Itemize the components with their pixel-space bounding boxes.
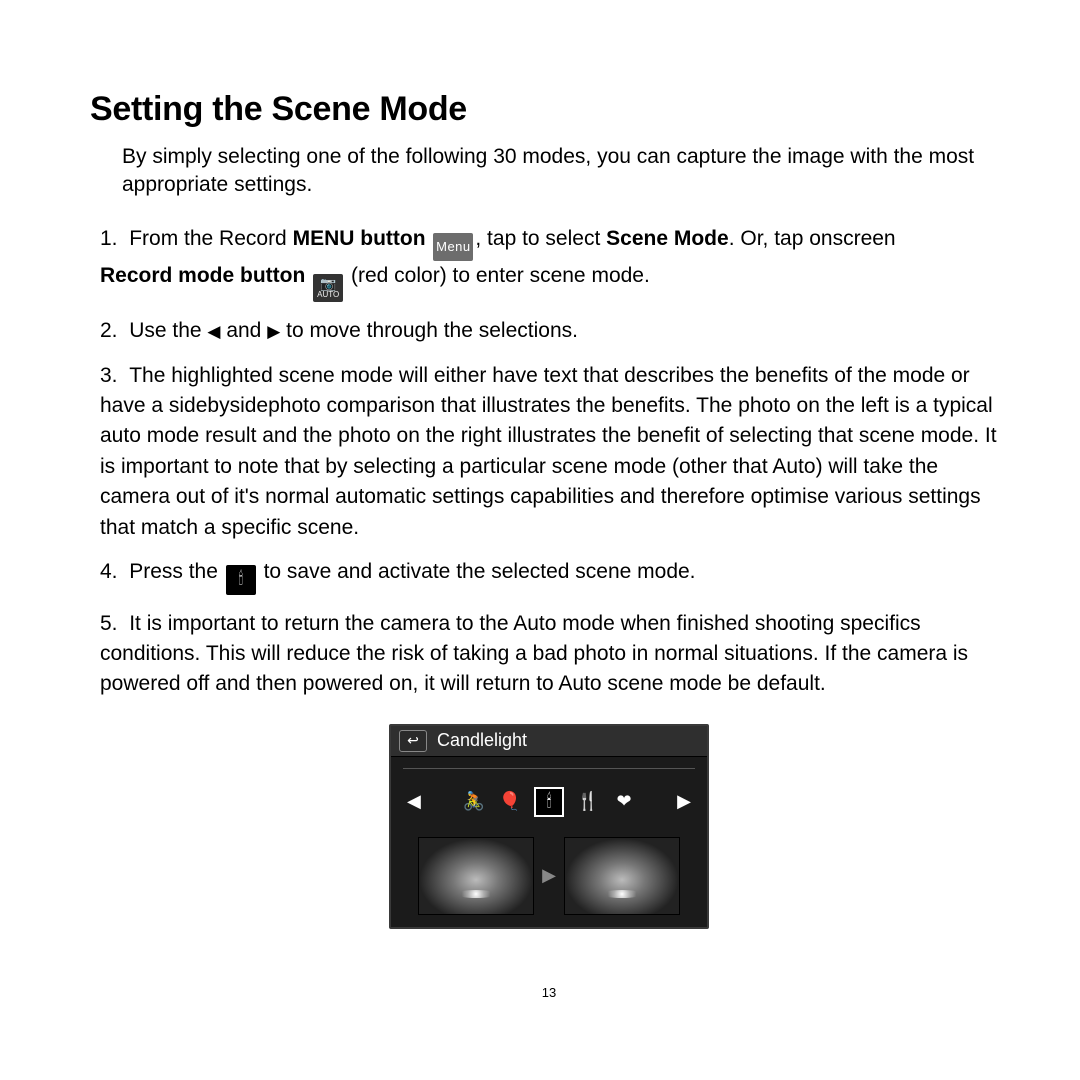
steps-list: 1. From the Record MENU button Menu, tap… [100,224,1008,700]
thumb-after [564,837,680,915]
back-icon: ↩ [399,730,427,752]
step-2: 2. Use the ◀ and ▶ to move through the s… [100,316,1008,346]
record-mode-icon: 📷 AUTO [313,274,343,302]
intro-text: By simply selecting one of the following… [122,143,1008,200]
mode-icon-candle-selected: 🕯 [534,787,564,817]
screenshot-title: Candlelight [437,730,527,751]
menu-icon: Menu [433,233,473,261]
thumb-before [418,837,534,915]
mode-icons-row: 🚴 🎈 🕯 🍴 ❤ [462,787,636,817]
candle-icon: 🕯 [226,565,256,595]
mode-icon-party: 🎈 [498,791,522,812]
step-4: 4. Press the 🕯 to save and activate the … [100,557,1008,594]
camera-screenshot: ↩ Candlelight ◀ 🚴 🎈 🕯 🍴 ❤ ▶ ▶ [389,724,709,929]
page-heading: Setting the Scene Mode [90,90,1008,129]
mode-icon-food: 🍴 [576,791,600,812]
triangle-left-icon: ◀ [207,322,220,341]
triangle-right-icon: ▶ [267,322,280,341]
step-1: 1. From the Record MENU button Menu, tap… [100,224,1008,302]
page-number: 13 [90,985,1008,1000]
nav-right-icon: ▶ [671,787,697,816]
screenshot-header: ↩ Candlelight [391,726,707,757]
comparison-row: ▶ [391,831,707,927]
mode-icon-sports: 🚴 [462,791,486,812]
step-5: 5. It is important to return the camera … [100,609,1008,700]
nav-left-icon: ◀ [401,787,427,816]
arrow-icon: ▶ [542,865,556,886]
mode-icon-love: ❤ [612,791,636,812]
step-3: 3. The highlighted scene mode will eithe… [100,361,1008,544]
